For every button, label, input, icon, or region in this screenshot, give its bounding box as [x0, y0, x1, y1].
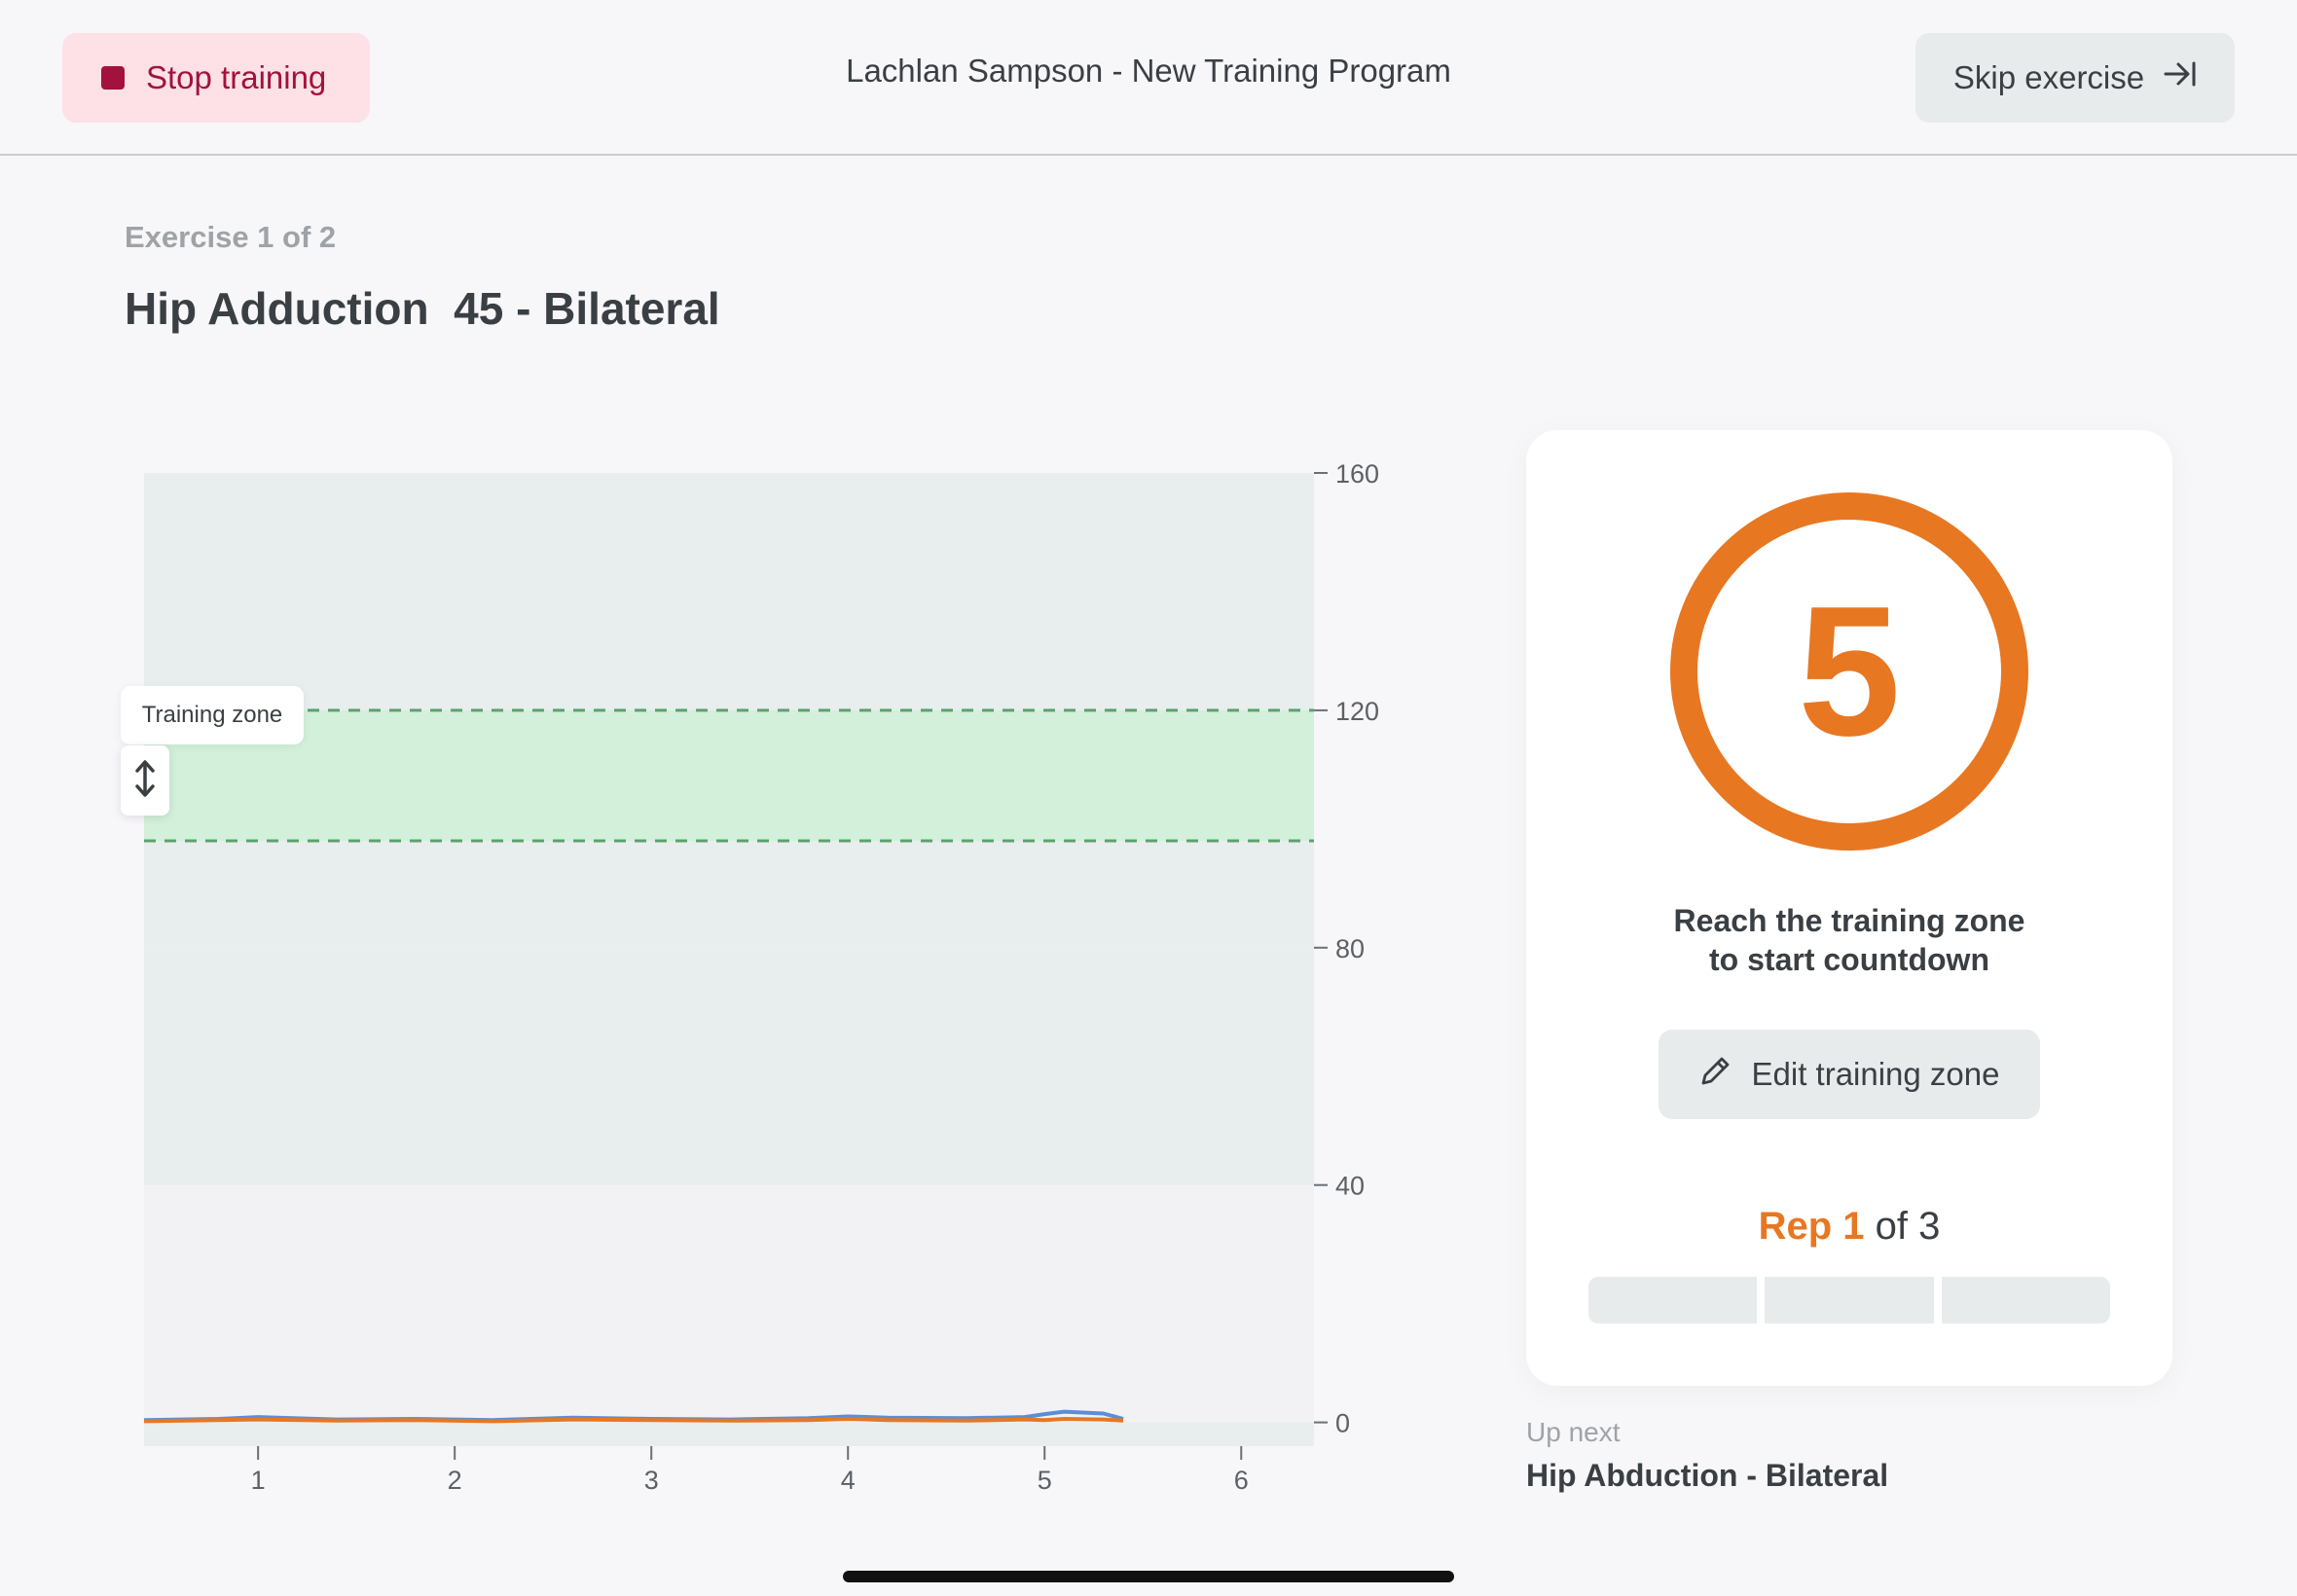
rep-counter: Rep 1 of 3 — [1526, 1205, 2172, 1249]
skip-exercise-label: Skip exercise — [1952, 59, 2145, 95]
x-tick-label: 1 — [251, 1466, 266, 1495]
series-line-2 — [143, 1417, 1124, 1424]
stop-training-label: Stop training — [146, 59, 327, 95]
training-zone-label: Training zone — [121, 686, 304, 744]
y-tick-label: 120 — [1335, 697, 1379, 726]
countdown-hint-line-1: Reach the training zone — [1673, 903, 2025, 938]
force-chart: 0 40 80 120 160 1 2 3 4 5 6 — [143, 459, 1379, 1495]
rep-progress-segment — [1765, 1277, 1934, 1324]
pencil-icon — [1699, 1054, 1732, 1095]
exercise-counter: Exercise 1 of 2 — [125, 220, 337, 254]
skip-exercise-button[interactable]: Skip exercise — [1915, 33, 2235, 123]
countdown-hint: Reach the training zone to start countdo… — [1526, 901, 2172, 979]
rep-progress-segment — [1588, 1277, 1758, 1324]
training-zone-band — [144, 709, 1314, 842]
rep-total: of 3 — [1875, 1205, 1941, 1248]
countdown-card: 5 Reach the training zone to start count… — [1526, 430, 2172, 1386]
x-tick-label: 4 — [841, 1466, 856, 1495]
x-tick-label: 2 — [448, 1466, 462, 1495]
edit-training-zone-button[interactable]: Edit training zone — [1659, 1030, 2040, 1119]
chart-band — [144, 1422, 1314, 1446]
rep-progress — [1588, 1277, 2110, 1324]
x-tick-label: 6 — [1234, 1466, 1249, 1495]
home-indicator[interactable] — [843, 1571, 1454, 1582]
countdown-number: 5 — [1798, 568, 1901, 775]
rep-progress-segment — [1941, 1277, 2110, 1324]
skip-forward-icon — [2164, 59, 2197, 96]
training-zone-drag-handle[interactable] — [121, 745, 169, 816]
x-tick-label: 5 — [1038, 1466, 1052, 1495]
rep-current: 1 — [1842, 1205, 1865, 1248]
exercise-title: Hip Adduction 45 - Bilateral — [125, 283, 720, 334]
chart-band — [144, 1184, 1314, 1423]
stop-training-button[interactable]: Stop training — [62, 33, 370, 123]
stop-icon — [101, 66, 125, 90]
up-next-exercise: Hip Abduction - Bilateral — [1526, 1458, 1889, 1493]
y-tick-label: 80 — [1335, 934, 1365, 963]
y-tick-label: 40 — [1335, 1172, 1365, 1201]
y-tick-label: 0 — [1335, 1409, 1350, 1438]
y-tick-label: 160 — [1335, 459, 1379, 489]
x-tick-label: 3 — [644, 1466, 659, 1495]
chart-band — [144, 947, 1314, 1185]
up-next-label: Up next — [1526, 1417, 1621, 1447]
vertical-resize-icon — [134, 759, 156, 803]
top-bar: Stop training Lachlan Sampson - New Trai… — [0, 0, 2297, 156]
edit-training-zone-label: Edit training zone — [1751, 1056, 2000, 1092]
rep-word: Rep — [1758, 1205, 1833, 1248]
countdown-hint-line-2: to start countdown — [1709, 942, 1989, 977]
